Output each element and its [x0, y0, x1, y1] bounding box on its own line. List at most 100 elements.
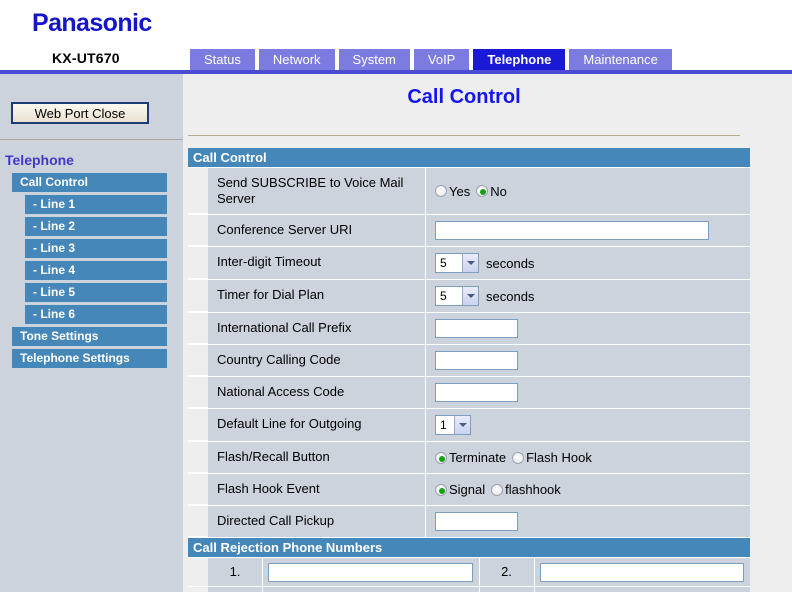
rejection-index-1: 1. [208, 558, 263, 586]
row-conference-server-uri: Conference Server URI [188, 215, 750, 247]
value-flash-hook-event: Signal flashhook [426, 474, 750, 505]
country-calling-code-input[interactable] [435, 351, 518, 370]
rejection-index-4: 4. [479, 587, 535, 592]
table-row: 3. 4. [188, 587, 750, 592]
row-international-call-prefix: International Call Prefix [188, 313, 750, 345]
page-header: Panasonic KX-UT670 Status Network System… [0, 0, 792, 70]
label-conference-server-uri: Conference Server URI [208, 215, 426, 246]
radio-label-yes: Yes [449, 183, 471, 199]
sidebar: Web Port Close Telephone Call Control - … [0, 74, 183, 592]
label-send-subscribe: Send SUBSCRIBE to Voice Mail Server [208, 168, 426, 214]
tab-voip[interactable]: VoIP [413, 49, 470, 70]
value-conference-server-uri [426, 215, 750, 246]
chevron-down-icon [462, 287, 478, 305]
sidebar-item-tone-settings[interactable]: Tone Settings [12, 327, 167, 346]
radio-dot-selected-icon [476, 185, 489, 197]
radio-dot-selected-icon [435, 483, 447, 496]
row-national-access-code: National Access Code [188, 377, 750, 409]
tab-network[interactable]: Network [258, 49, 335, 70]
row-gutter [188, 474, 208, 505]
sidebar-item-line-2[interactable]: - Line 2 [25, 217, 167, 236]
tab-status[interactable]: Status [190, 49, 255, 70]
sidebar-item-call-control[interactable]: Call Control [12, 173, 167, 192]
row-dialplan-timer: Timer for Dial Plan 5 seconds [188, 280, 750, 313]
label-flash-hook-event: Flash Hook Event [208, 474, 426, 505]
row-send-subscribe: Send SUBSCRIBE to Voice Mail Server Yes … [188, 168, 750, 215]
rejection-index-3: 3. [208, 587, 263, 592]
directed-call-pickup-input[interactable] [435, 512, 518, 531]
row-gutter [188, 409, 208, 441]
radio-subscribe-no[interactable]: No [476, 184, 507, 199]
label-flash-recall-button: Flash/Recall Button [208, 442, 426, 473]
sidebar-divider [0, 139, 183, 140]
value-directed-call-pickup [426, 506, 750, 537]
rejection-number-1-input[interactable] [268, 562, 473, 582]
dialplan-timer-select[interactable]: 5 [435, 286, 479, 306]
row-gutter [188, 442, 208, 473]
sidebar-item-line-1[interactable]: - Line 1 [25, 195, 167, 214]
table-row: 1. 2. [188, 558, 750, 587]
sidebar-item-line-6[interactable]: - Line 6 [25, 305, 167, 324]
sidebar-title: Telephone [5, 152, 74, 168]
row-gutter [188, 558, 208, 586]
rejection-number-2-input[interactable] [539, 562, 744, 582]
tab-system[interactable]: System [338, 49, 410, 70]
radio-dot-icon [435, 185, 447, 197]
dialplan-timer-unit: seconds [486, 288, 535, 304]
default-line-select[interactable]: 1 [435, 415, 471, 435]
row-gutter [188, 506, 208, 537]
value-dialplan-timer: 5 seconds [426, 280, 750, 312]
web-port-close-button[interactable]: Web Port Close [11, 102, 149, 124]
interdigit-timeout-select[interactable]: 5 [435, 253, 479, 273]
model-name: KX-UT670 [52, 50, 120, 66]
row-gutter [188, 345, 208, 376]
value-international-call-prefix [426, 313, 750, 344]
radio-flash-recall-terminate[interactable]: Terminate [435, 450, 506, 465]
panasonic-logo: Panasonic [32, 9, 152, 37]
value-default-line-outgoing: 1 [426, 409, 750, 441]
radio-group-send-subscribe: Yes No [435, 184, 513, 199]
interdigit-timeout-unit: seconds [486, 255, 535, 271]
label-national-access-code: National Access Code [208, 377, 426, 408]
sidebar-item-line-3[interactable]: - Line 3 [25, 239, 167, 258]
sidebar-item-line-4[interactable]: - Line 4 [25, 261, 167, 280]
national-access-code-input[interactable] [435, 383, 518, 402]
row-gutter [188, 587, 208, 592]
radio-dot-selected-icon [435, 451, 447, 464]
row-default-line-outgoing: Default Line for Outgoing 1 [188, 409, 750, 442]
page-title: Call Control [407, 86, 521, 108]
chevron-down-icon [462, 254, 478, 272]
rejection-field-1-cell [263, 558, 480, 586]
radio-label-terminate: Terminate [449, 450, 507, 465]
body-container: Web Port Close Telephone Call Control - … [0, 74, 792, 592]
radio-group-flash-hook-event: Signal flashhook [435, 482, 567, 497]
row-gutter [188, 168, 208, 214]
conference-server-uri-input[interactable] [435, 221, 709, 240]
tab-maintenance[interactable]: Maintenance [569, 49, 672, 70]
radio-label-signal: Signal [449, 482, 486, 497]
row-gutter [188, 215, 208, 246]
section-header-call-control: Call Control [188, 148, 750, 168]
row-country-calling-code: Country Calling Code [188, 345, 750, 377]
international-call-prefix-input[interactable] [435, 319, 518, 338]
radio-label-no: No [490, 183, 507, 199]
chevron-down-icon [454, 416, 470, 434]
sidebar-menu: Call Control - Line 1 - Line 2 - Line 3 … [0, 173, 183, 371]
dialplan-timer-value: 5 [440, 289, 447, 303]
radio-flash-recall-flash-hook[interactable]: Flash Hook [512, 450, 592, 465]
label-international-call-prefix: International Call Prefix [208, 313, 426, 344]
radio-flash-hook-event-signal[interactable]: Signal [435, 482, 485, 497]
row-flash-hook-event: Flash Hook Event Signal flashhook [188, 474, 750, 506]
tab-telephone[interactable]: Telephone [473, 49, 566, 70]
default-line-value: 1 [440, 418, 447, 432]
radio-group-flash-recall: Terminate Flash Hook [435, 450, 598, 465]
radio-flash-hook-event-flashhook[interactable]: flashhook [491, 482, 561, 497]
radio-dot-icon [512, 451, 525, 464]
radio-subscribe-yes[interactable]: Yes [435, 184, 470, 199]
main-tab-bar: Status Network System VoIP Telephone Mai… [190, 49, 672, 70]
value-national-access-code [426, 377, 750, 408]
sidebar-item-line-5[interactable]: - Line 5 [25, 283, 167, 302]
sidebar-item-telephone-settings[interactable]: Telephone Settings [12, 349, 167, 368]
rejection-field-3-cell [263, 587, 480, 592]
interdigit-timeout-value: 5 [440, 256, 447, 270]
